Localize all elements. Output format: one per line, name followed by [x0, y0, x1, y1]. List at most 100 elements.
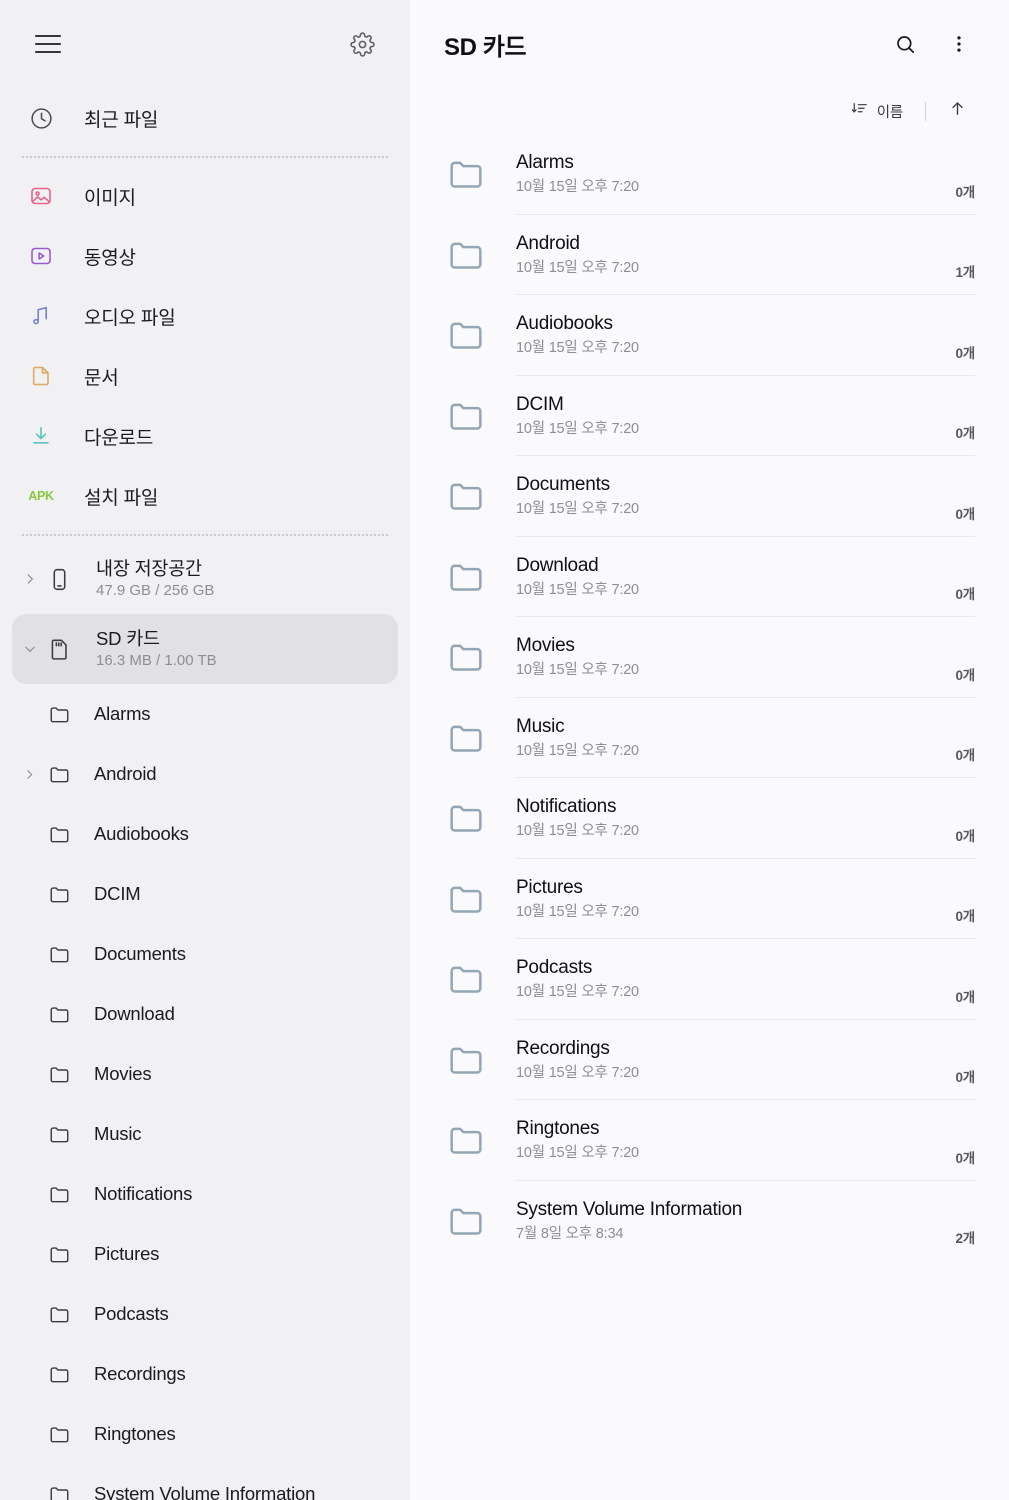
folder-icon	[444, 315, 488, 355]
page-title: SD 카드	[444, 33, 527, 61]
file-item-count: 0개	[955, 345, 975, 361]
sidebar-item-label: 문서	[84, 367, 119, 389]
file-row[interactable]: Audiobooks 10월 15일 오후 7:20 0개	[410, 295, 1009, 376]
sidebar-recent-section: 최근 파일	[0, 88, 410, 148]
sidebar-folder-item[interactable]: Alarms	[0, 684, 410, 744]
sidebar-folder-item[interactable]: Ringtones	[0, 1404, 410, 1464]
file-row[interactable]: Documents 10월 15일 오후 7:20 0개	[410, 456, 1009, 537]
file-row[interactable]: Recordings 10월 15일 오후 7:20 0개	[410, 1020, 1009, 1101]
sidebar-folder-label: System Volume Information	[94, 1483, 316, 1500]
file-name: System Volume Information	[516, 1198, 743, 1220]
file-item-count: 0개	[955, 506, 975, 522]
file-item-count: 2개	[955, 1231, 975, 1246]
sidebar-item-videos[interactable]: 동영상	[0, 226, 410, 286]
file-date: 10월 15일 오후 7:20	[516, 340, 639, 357]
folder-icon	[44, 1123, 74, 1146]
gear-icon[interactable]	[340, 22, 384, 66]
sidebar-folder-label: Notifications	[94, 1183, 193, 1204]
sidebar-folder-item[interactable]: DCIM	[0, 864, 410, 924]
sidebar-folder-item[interactable]: Download	[0, 984, 410, 1044]
file-meta: Notifications 10월 15일 오후 7:20	[516, 778, 955, 859]
folder-icon	[444, 637, 488, 677]
search-icon[interactable]	[883, 22, 927, 66]
file-meta: Recordings 10월 15일 오후 7:20	[516, 1020, 955, 1101]
folder-icon	[444, 959, 488, 999]
file-date: 10월 15일 오후 7:20	[516, 662, 639, 679]
file-row[interactable]: Podcasts 10월 15일 오후 7:20 0개	[410, 939, 1009, 1020]
chevron-right-icon[interactable]	[18, 572, 42, 586]
sidebar-folder-item[interactable]: Notifications	[0, 1164, 410, 1224]
sidebar-folder-item[interactable]: Pictures	[0, 1224, 410, 1284]
chevron-down-icon[interactable]	[18, 642, 42, 656]
sidebar-folder-item[interactable]: Music	[0, 1104, 410, 1164]
folder-icon	[44, 1063, 74, 1086]
sidebar-folder-item[interactable]: Recordings	[0, 1344, 410, 1404]
file-row[interactable]: Notifications 10월 15일 오후 7:20 0개	[410, 778, 1009, 859]
storage-capacity: 47.9 GB / 256 GB	[96, 582, 215, 599]
storage-capacity: 16.3 MB / 1.00 TB	[96, 652, 217, 669]
folder-icon	[444, 879, 488, 919]
sidebar-item-documents[interactable]: 문서	[0, 346, 410, 406]
sidebar-folder-item[interactable]: Podcasts	[0, 1284, 410, 1344]
sidebar-topbar	[0, 0, 410, 88]
sidebar-folder-label: Recordings	[94, 1363, 186, 1384]
file-item-count: 0개	[955, 748, 975, 763]
file-list: Alarms 10월 15일 오후 7:20 0개 Android 10월 15일 오후…	[410, 134, 1009, 1261]
file-row[interactable]: Pictures 10월 15일 오후 7:20 0개	[410, 859, 1009, 939]
sidebar-folder-label: Movies	[94, 1063, 152, 1084]
file-meta: Audiobooks 10월 15일 오후 7:20	[516, 295, 955, 376]
file-date: 7월 8일 오후 8:34	[516, 1225, 624, 1242]
sidebar-folder-item[interactable]: Audiobooks	[0, 804, 410, 864]
file-name: Download	[516, 554, 599, 576]
more-vertical-icon[interactable]	[937, 22, 981, 66]
file-name: Ringtones	[516, 1118, 600, 1140]
file-date: 10월 15일 오후 7:20	[516, 581, 639, 598]
file-date: 10월 15일 오후 7:20	[516, 501, 639, 518]
sidebar-folder-label: Alarms	[94, 703, 151, 724]
sidebar-item-recent[interactable]: 최근 파일	[0, 88, 410, 148]
file-item-count: 0개	[955, 426, 975, 441]
file-item-count: 0개	[955, 1070, 975, 1085]
sidebar-item-label: 설치 파일	[84, 487, 159, 509]
sidebar-folder-item[interactable]: System Volume Information	[0, 1464, 410, 1500]
sd-card-icon	[44, 637, 74, 662]
file-row[interactable]: Ringtones 10월 15일 오후 7:20 0개	[410, 1100, 1009, 1181]
sidebar-folder-item[interactable]: Android	[0, 744, 410, 804]
sidebar-item-audio[interactable]: 오디오 파일	[0, 286, 410, 346]
file-meta: Download 10월 15일 오후 7:20	[516, 537, 955, 618]
sidebar-item-apk[interactable]: APK 설치 파일	[0, 466, 410, 526]
file-row[interactable]: Alarms 10월 15일 오후 7:20 0개	[410, 134, 1009, 215]
storage-name: SD 카드	[96, 628, 160, 649]
sidebar-folder-item[interactable]: Movies	[0, 1044, 410, 1104]
chevron-right-icon[interactable]	[18, 768, 40, 781]
arrow-up-icon	[948, 99, 967, 123]
file-row[interactable]: DCIM 10월 15일 오후 7:20 0개	[410, 376, 1009, 456]
sort-direction-button[interactable]	[940, 95, 975, 127]
folder-icon	[44, 823, 74, 846]
sidebar-storage-sdcard[interactable]: SD 카드 16.3 MB / 1.00 TB	[12, 614, 398, 684]
sidebar-item-downloads[interactable]: 다운로드	[0, 406, 410, 466]
sidebar-item-images[interactable]: 이미지	[0, 166, 410, 226]
file-row[interactable]: System Volume Information 7월 8일 오후 8:34 2개	[410, 1181, 1009, 1262]
document-icon	[24, 359, 58, 393]
sidebar-folder-item[interactable]: Documents	[0, 924, 410, 984]
folder-icon	[444, 476, 488, 516]
file-row[interactable]: Movies 10월 15일 오후 7:20 0개	[410, 617, 1009, 698]
video-icon	[24, 239, 58, 273]
sidebar-folder-label: Pictures	[94, 1243, 160, 1264]
file-name: Audiobooks	[516, 313, 613, 335]
phone-icon	[44, 567, 74, 592]
file-row[interactable]: Music 10월 15일 오후 7:20 0개	[410, 698, 1009, 778]
folder-icon	[44, 763, 74, 786]
folder-icon	[44, 1423, 74, 1446]
folder-icon	[44, 1183, 74, 1206]
sidebar-item-label: 오디오 파일	[84, 307, 176, 329]
hamburger-icon[interactable]	[26, 22, 70, 66]
sidebar-folder-label: Documents	[94, 943, 186, 964]
folder-icon	[444, 1040, 488, 1080]
folder-icon	[44, 1243, 74, 1266]
sidebar-storage-internal[interactable]: 내장 저장공간 47.9 GB / 256 GB	[12, 544, 398, 614]
file-row[interactable]: Download 10월 15일 오후 7:20 0개	[410, 537, 1009, 618]
file-row[interactable]: Android 10월 15일 오후 7:20 1개	[410, 215, 1009, 295]
sort-by-button[interactable]: 이름	[843, 96, 911, 126]
